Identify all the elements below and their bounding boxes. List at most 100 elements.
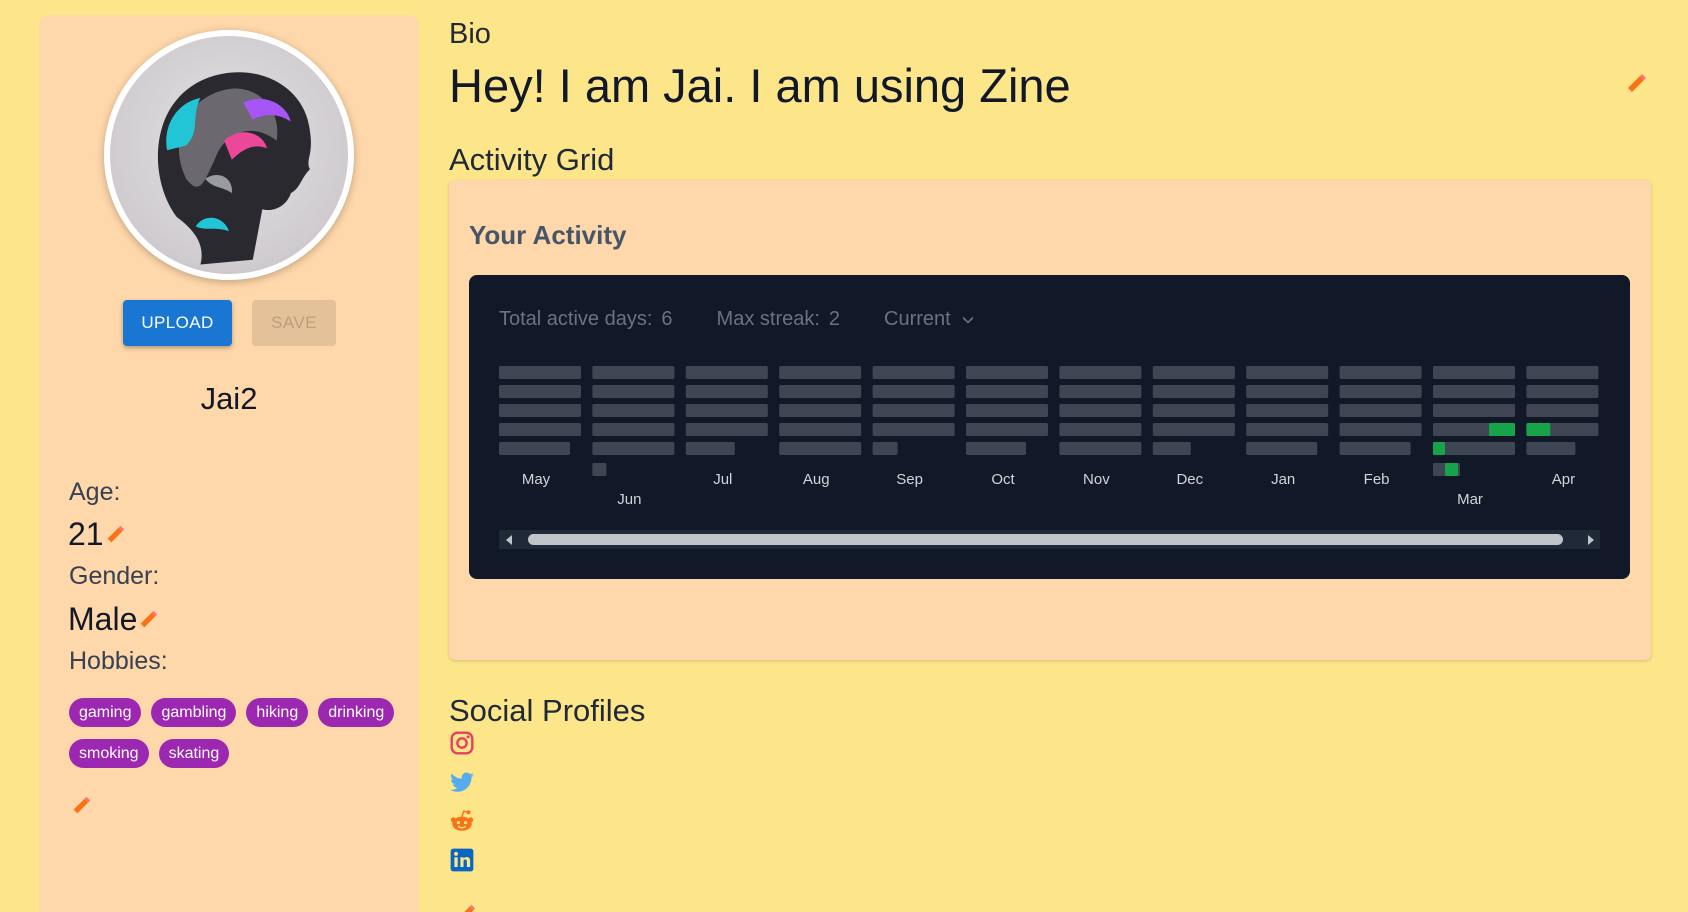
activity-cell-sep-row-3	[872, 423, 955, 436]
hobby-chip[interactable]: smoking	[69, 739, 149, 768]
gender-label: Gender:	[69, 562, 160, 590]
month-label-oct: Oct	[991, 471, 1015, 488]
activity-cell-nov-row-4	[1059, 442, 1142, 455]
total-active-days-label: Total active days:	[499, 308, 653, 330]
activity-cell-apr-row-1	[1526, 385, 1599, 398]
edit-social-pencil-icon[interactable]	[455, 903, 477, 912]
activity-cell-dec-row-2	[1152, 404, 1235, 417]
hobby-chip[interactable]: gambling	[151, 698, 237, 727]
scroll-thumb[interactable]	[528, 534, 1563, 545]
month-label-aug: Aug	[803, 471, 830, 488]
activity-cell-aug-row-1	[779, 385, 862, 398]
activity-cell-feb-row-0	[1339, 366, 1422, 379]
activity-cell-oct-row-3	[966, 423, 1048, 436]
month-label-jan: Jan	[1271, 471, 1295, 488]
activity-cell-active-mar	[1433, 442, 1445, 455]
activity-stats: Total active days: 6 Max streak: 2 Curre…	[499, 308, 975, 331]
activity-grid-heading: Activity Grid	[449, 142, 615, 177]
gender-value: Male	[68, 601, 138, 637]
activity-cell-sep-row-0	[872, 366, 955, 379]
month-label-apr: Apr	[1552, 471, 1575, 488]
horizontal-scrollbar[interactable]	[499, 530, 1600, 549]
hobby-chip[interactable]: gaming	[69, 698, 142, 727]
month-label-feb: Feb	[1364, 471, 1390, 488]
activity-cell-apr-row-4	[1526, 442, 1576, 455]
activity-cell-may-row-2	[499, 404, 581, 417]
activity-cell-dec-row-4	[1152, 442, 1191, 455]
activity-cell-nov-row-3	[1059, 423, 1142, 436]
hobby-chip[interactable]: hiking	[246, 698, 309, 727]
activity-cell-dec-row-1	[1152, 385, 1235, 398]
activity-cell-jun-row-1	[592, 385, 675, 398]
activity-cell-feb-row-4	[1339, 442, 1411, 455]
hobbies-list: gaming gambling hiking drinking smoking …	[69, 698, 409, 768]
activity-cell-feb-row-2	[1339, 404, 1422, 417]
activity-cell-oct-row-2	[966, 404, 1048, 417]
hobby-chip[interactable]: skating	[158, 739, 230, 768]
activity-cell-oct-row-4	[966, 442, 1026, 455]
activity-title: Your Activity	[469, 220, 627, 250]
activity-cell-may-row-3	[499, 423, 581, 436]
activity-cell-dec-row-3	[1152, 423, 1235, 436]
save-button[interactable]: SAVE	[252, 300, 336, 346]
activity-cell-jan-row-3	[1246, 423, 1329, 436]
activity-cell-jul-row-0	[685, 366, 768, 379]
activity-cell-feb-row-3	[1339, 423, 1422, 436]
activity-cell-jun-row-2	[592, 404, 675, 417]
bio-label: Bio	[449, 18, 491, 50]
avatar	[104, 30, 354, 280]
activity-cell-aug-row-2	[779, 404, 862, 417]
linkedin-icon[interactable]	[449, 847, 475, 873]
twitter-icon[interactable]	[449, 769, 475, 795]
activity-cell-aug-row-4	[779, 442, 862, 455]
edit-hobbies-pencil-icon[interactable]	[70, 795, 92, 817]
month-label-sep: Sep	[896, 471, 923, 488]
activity-cell-oct-row-1	[966, 385, 1048, 398]
activity-cell-may-row-1	[499, 385, 581, 398]
max-streak: Max streak: 2	[717, 308, 840, 331]
month-label-dec: Dec	[1176, 471, 1203, 488]
gender-field: Male	[68, 601, 159, 638]
hobby-chip[interactable]: drinking	[318, 698, 395, 727]
activity-cell-jun-row-5	[592, 463, 607, 476]
age-field: 21	[68, 516, 126, 553]
scroll-right-icon[interactable]	[1581, 530, 1600, 549]
activity-card: Your Activity May Jun Jul Aug Sep Oct Nov Dec Ja…	[449, 180, 1651, 660]
scroll-left-icon[interactable]	[499, 530, 518, 549]
activity-cell-jul-row-1	[685, 385, 768, 398]
activity-cell-sep-row-2	[872, 404, 955, 417]
activity-cell-sep-row-4	[872, 442, 898, 455]
activity-cell-mar-row-2	[1433, 404, 1515, 417]
age-label: Age:	[69, 478, 121, 506]
month-label-jun: Jun	[617, 491, 641, 508]
activity-cell-active-mar	[1445, 463, 1458, 476]
range-dropdown-label: Current	[884, 308, 951, 330]
activity-cell-dec-row-0	[1152, 366, 1235, 379]
activity-cell-jul-row-2	[685, 404, 768, 417]
instagram-icon[interactable]	[449, 730, 475, 756]
range-dropdown[interactable]: Current	[884, 308, 975, 331]
edit-age-pencil-icon[interactable]	[104, 524, 126, 546]
activity-cell-jan-row-2	[1246, 404, 1329, 417]
activity-cell-nov-row-0	[1059, 366, 1142, 379]
activity-cell-nov-row-2	[1059, 404, 1142, 417]
activity-cell-apr-row-2	[1526, 404, 1599, 417]
upload-button[interactable]: UPLOAD	[123, 300, 232, 346]
edit-bio-pencil-icon[interactable]	[1624, 72, 1648, 96]
activity-cell-jan-row-0	[1246, 366, 1329, 379]
activity-cell-active-apr	[1526, 423, 1551, 436]
activity-cell-nov-row-1	[1059, 385, 1142, 398]
month-label-nov: Nov	[1083, 471, 1110, 488]
max-streak-label: Max streak:	[716, 308, 820, 330]
bio-text: Hey! I am Jai. I am using Zine	[449, 59, 1071, 112]
edit-gender-pencil-icon[interactable]	[137, 609, 159, 631]
activity-cell-mar-row-0	[1433, 366, 1515, 379]
username: Jai2	[200, 381, 258, 416]
total-active-days: Total active days: 6	[499, 308, 673, 331]
reddit-icon[interactable]	[449, 808, 475, 834]
activity-cell-apr-row-0	[1526, 366, 1599, 379]
activity-cell-sep-row-1	[872, 385, 955, 398]
social-profiles-list	[449, 730, 475, 873]
activity-cell-oct-row-0	[966, 366, 1048, 379]
activity-cell-jun-row-3	[592, 423, 675, 436]
